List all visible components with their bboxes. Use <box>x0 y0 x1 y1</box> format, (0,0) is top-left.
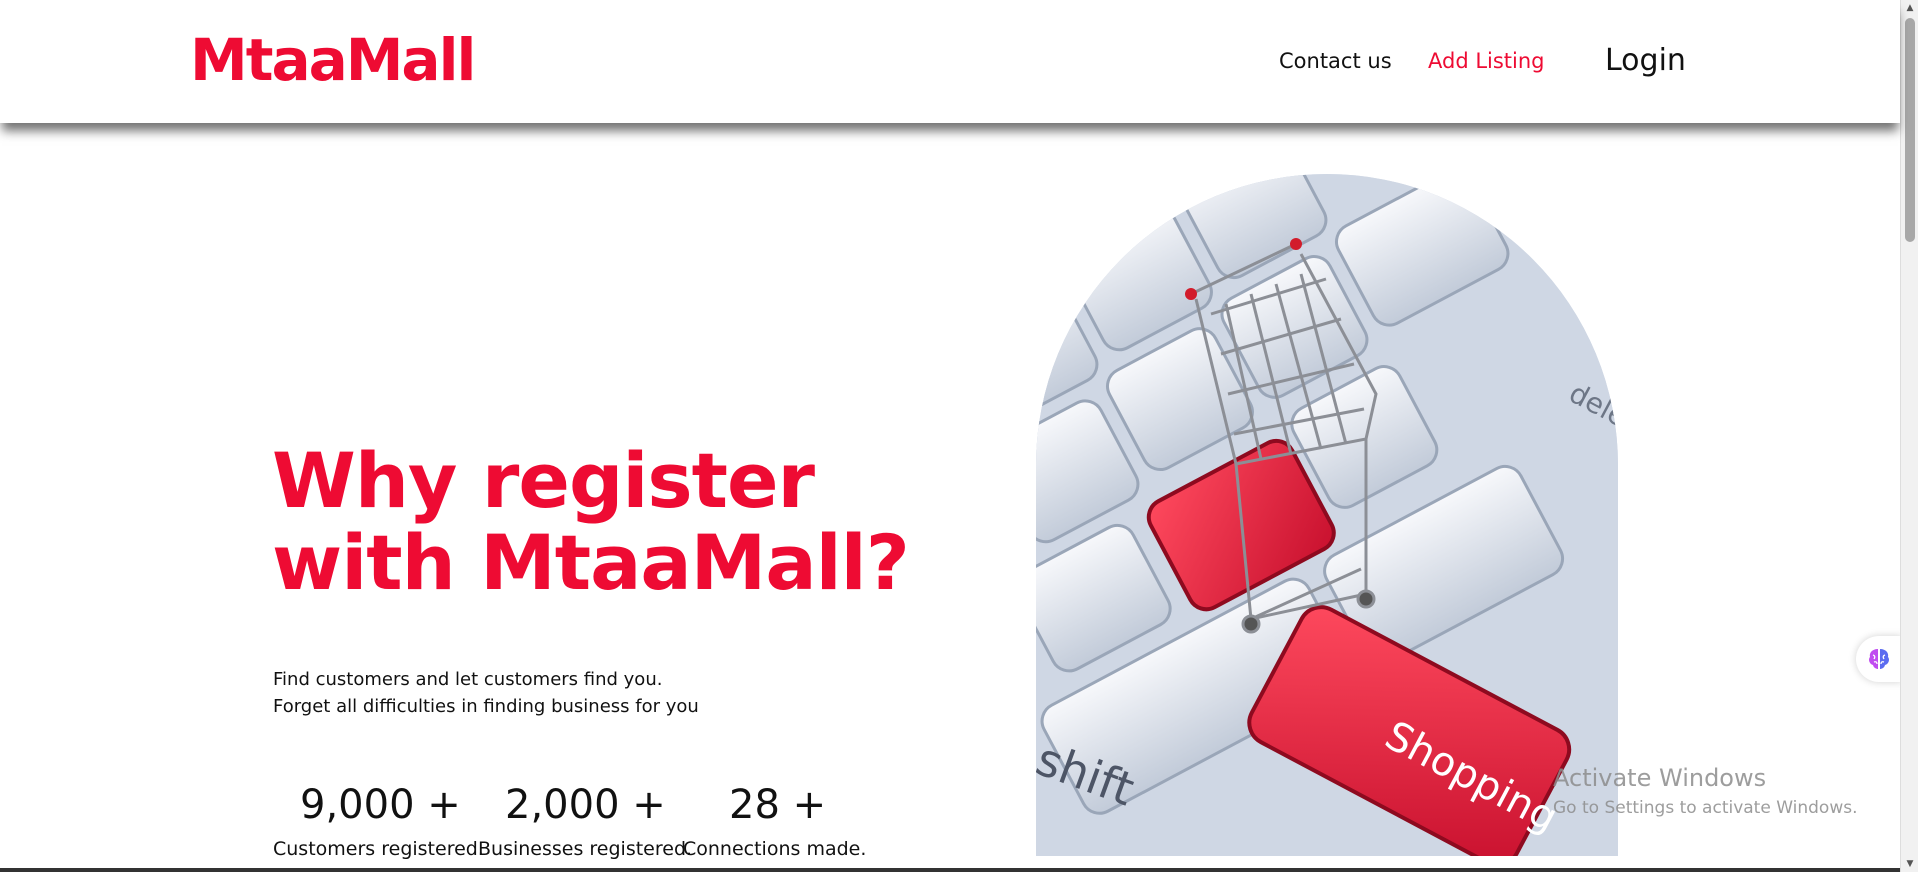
brain-icon <box>1869 649 1889 669</box>
hero-subtitle-line1: Find customers and let customers find yo… <box>273 669 663 690</box>
nav-login-link[interactable]: Login <box>1605 43 1686 78</box>
scroll-up-arrow-icon[interactable]: ▲ <box>1901 0 1918 16</box>
hero-title-line2: with MtaaMall? <box>272 518 910 607</box>
floating-assistant-button[interactable] <box>1856 636 1902 682</box>
vertical-scrollbar[interactable]: ▲ ▼ <box>1900 0 1918 872</box>
hero-title: Why register with MtaaMall? <box>272 440 922 604</box>
stat-customers-label: Customers registered. <box>273 838 484 860</box>
hero-title-line1: Why register <box>272 436 815 525</box>
activate-windows-watermark: Activate Windows Go to Settings to activ… <box>1553 764 1858 818</box>
activate-windows-subtitle: Go to Settings to activate Windows. <box>1553 798 1858 818</box>
hero-image: Shopping shift dele <box>1036 174 1618 856</box>
stat-businesses-label: Businesses registered. <box>478 838 693 860</box>
stat-customers-value: 9,000 + <box>300 782 461 828</box>
site-logo[interactable]: MtaaMall <box>190 26 476 94</box>
hero-subtitle-line2: Forget all difficulties in finding busin… <box>273 696 699 717</box>
stat-connections-value: 28 + <box>729 782 827 828</box>
keyboard-illustration: Shopping shift dele <box>1036 174 1618 856</box>
stat-businesses-value: 2,000 + <box>505 782 666 828</box>
stat-connections-label: Connections made. <box>683 838 867 860</box>
activate-windows-title: Activate Windows <box>1553 764 1767 792</box>
site-header: MtaaMall Contact us Add Listing Login <box>0 0 1900 123</box>
scroll-down-arrow-icon[interactable]: ▼ <box>1901 856 1918 872</box>
bottom-edge-bar <box>0 868 1900 872</box>
scrollbar-thumb[interactable] <box>1905 18 1915 242</box>
nav-add-listing-link[interactable]: Add Listing <box>1428 49 1545 73</box>
hero-subtitle: Find customers and let customers find yo… <box>273 666 699 720</box>
nav-contact-link[interactable]: Contact us <box>1279 49 1392 73</box>
